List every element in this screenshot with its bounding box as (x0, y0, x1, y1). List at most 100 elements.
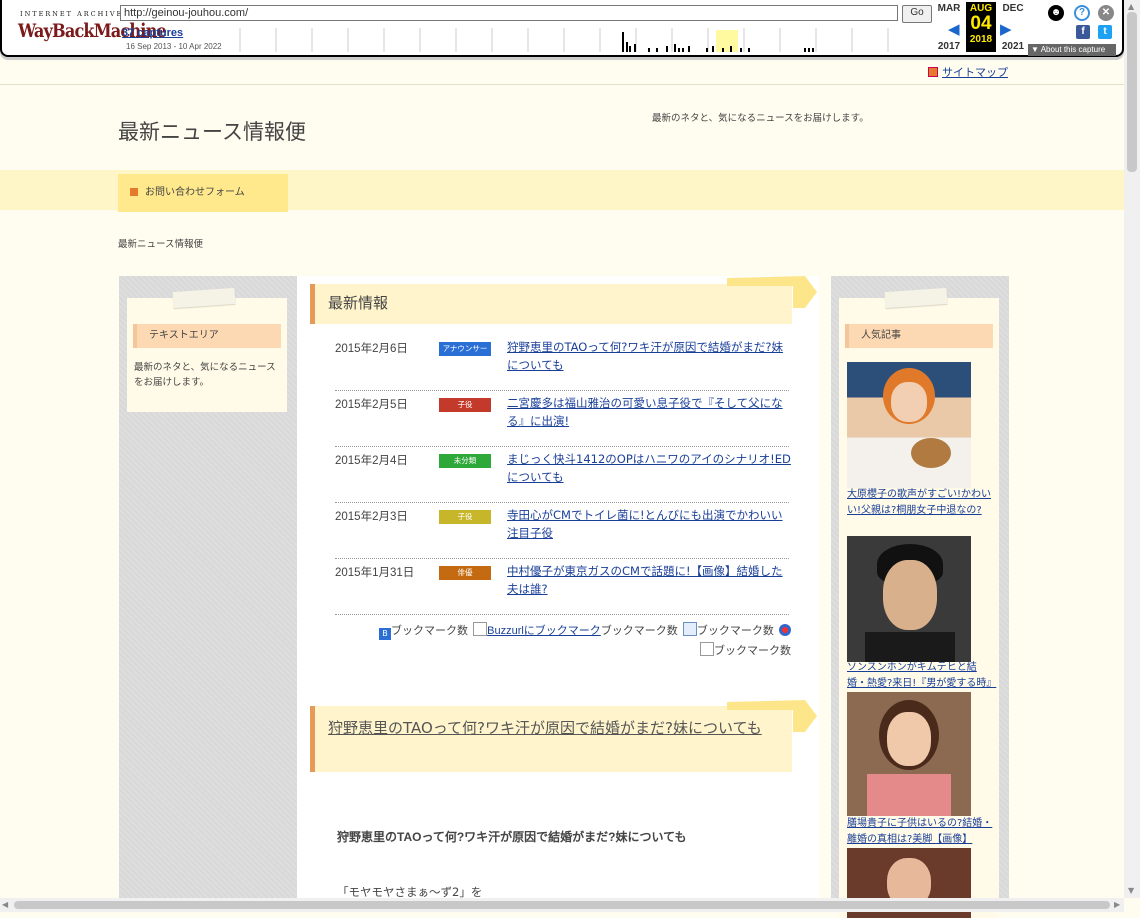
popular-link-3[interactable]: 膳場貴子に子供はいるの?結婚・離婚の真相は?美脚【画像】 (847, 816, 993, 848)
news-item: 2015年2月4日 未分類 まじっく快斗1412のOPはハニワのアイのシナリオ!ED… (335, 446, 791, 503)
broken-image-icon (700, 642, 714, 656)
popular-thumb-1[interactable] (847, 362, 971, 488)
thumb1-face (891, 382, 927, 422)
news-category-badge[interactable]: 俳優 (439, 566, 491, 580)
twitter-icon[interactable]: t (1098, 25, 1112, 39)
facebook-icon[interactable]: f (1076, 25, 1090, 39)
vertical-scrollbar[interactable]: ▲ ▼ (1124, 0, 1140, 898)
popular-thumb-3[interactable] (847, 692, 971, 816)
left-sidebar: テキストエリア 最新のネタと、気になるニュースをお届けします。 (119, 276, 297, 912)
thumb3-body (867, 774, 951, 816)
article-ribbon (727, 700, 817, 732)
hatena-count[interactable]: ブックマーク数 (391, 625, 468, 637)
popular-thumb-2[interactable] (847, 536, 971, 662)
sitemap-link-wrap: サイトマップ (928, 64, 1008, 80)
popular-widget-title: 人気記事 (845, 324, 993, 348)
buzzurl-icon (473, 622, 488, 636)
main-content: 最新情報 2015年2月6日 アナウンサー 狩野恵里のTAOって何?ワキ汗が原因で結… (297, 276, 819, 912)
news-title-link[interactable]: 狩野恵里のTAOって何?ワキ汗が原因で結婚がまだ?妹についても (507, 338, 791, 374)
news-category-badge[interactable]: アナウンサー (439, 342, 491, 356)
close-icon[interactable]: ✕ (1098, 5, 1114, 21)
news-item: 2015年1月31日 俳優 中村優子が東京ガスのCMで話題に!【画像】結婚した夫は誰… (335, 558, 789, 615)
wayback-sparkline[interactable] (230, 26, 926, 52)
news-ribbon (727, 276, 817, 308)
right-sidebar: 人気記事 大原櫻子の歌声がすごい!かわいい!父親は?桐朋女子中退なの? ソンスン… (831, 276, 1009, 918)
news-title-link[interactable]: 寺田心がCMでトイレ菌に!とんびにも出演でかわいい注目子役 (507, 506, 791, 542)
user-icon[interactable]: ☻ (1048, 5, 1064, 21)
news-category-badge[interactable]: 子役 (439, 510, 491, 524)
thumb2-face (883, 560, 937, 630)
hatena-icon[interactable]: B (379, 628, 392, 640)
wayback-cur-year: 2018 (969, 34, 993, 45)
news-date: 2015年1月31日 (335, 567, 415, 579)
wayback-prev-arrow-icon[interactable]: ◀ (948, 20, 960, 38)
bookmark-count-4: ブックマーク数 (714, 645, 791, 657)
nav-item-contact[interactable]: お問い合わせフォーム (118, 174, 288, 212)
buzzurl-count: ブックマーク数 (600, 625, 678, 637)
thumb2-body (865, 632, 955, 662)
thumb1-guitar (911, 438, 951, 468)
news-title-link[interactable]: まじっく快斗1412のOPはハニワのアイのシナリオ!EDについても (507, 450, 791, 486)
horizontal-scroll-thumb[interactable] (14, 901, 1110, 909)
scroll-up-icon[interactable]: ▲ (1128, 2, 1134, 11)
news-title-link[interactable]: 二宮慶多は福山雅治の可愛い息子役で『そして父になる』に出演! (507, 394, 791, 430)
news-category-badge[interactable]: 未分類 (439, 454, 491, 468)
sparkline-highlight (716, 30, 738, 52)
wayback-prev-year[interactable]: 2017 (932, 41, 966, 52)
scroll-left-icon[interactable]: ◀ (2, 900, 8, 909)
article-heading-box: 狩野恵里のTAOって何?ワキ汗が原因で結婚がまだ?妹についても (310, 706, 792, 772)
horizontal-scrollbar[interactable]: ◀ ▶ (0, 898, 1124, 912)
news-title-link[interactable]: 中村優子が東京ガスのCMで話題に!【画像】結婚した夫は誰? (507, 562, 791, 598)
site-tagline: 最新のネタと、気になるニュースをお届けします。 (652, 113, 869, 124)
news-date: 2015年2月6日 (335, 343, 408, 355)
wayback-go-button[interactable]: Go (902, 5, 932, 23)
livedoor-icon[interactable] (779, 624, 791, 636)
pencil-icon[interactable] (682, 622, 697, 636)
site-title[interactable]: 最新ニュース情報便 (118, 116, 306, 146)
wayback-toolbar: INTERNET ARCHIVE WayBackMachine http://g… (0, 0, 1124, 57)
wayback-next-arrow-icon[interactable]: ▶ (1000, 20, 1012, 38)
text-widget-body: 最新のネタと、気になるニュースをお届けします。 (134, 362, 276, 388)
news-heading-box: 最新情報 (310, 284, 792, 324)
wayback-prev-month[interactable]: MAR (932, 3, 966, 14)
wayback-next-year[interactable]: 2021 (996, 41, 1030, 52)
news-date: 2015年2月3日 (335, 511, 408, 523)
news-item: 2015年2月3日 子役 寺田心がCMでトイレ菌に!とんびにも出演でかわいい注目子役 (335, 502, 789, 559)
nav-item-label: お問い合わせフォーム (145, 187, 245, 198)
wayback-current-date: AUG 04 2018 (966, 2, 996, 52)
wayback-about-label: About this capture (1040, 45, 1106, 54)
breadcrumb[interactable]: 最新ニュース情報便 (118, 236, 203, 250)
wayback-about-capture[interactable]: ▼ About this capture (1028, 44, 1116, 56)
popular-link-2[interactable]: ソンスンホンがキムテヒと結婚・熱愛?来日!『男が愛する時』 (847, 660, 996, 692)
bookmark-bar: B ブックマーク数 Buzzurlにブックマークブックマーク数 ブックマーク数 ブ… (337, 620, 791, 660)
help-icon[interactable]: ? (1074, 5, 1090, 21)
wayback-capture-range: 16 Sep 2013 - 10 Apr 2022 (126, 42, 222, 51)
scroll-right-icon[interactable]: ▶ (1114, 900, 1120, 909)
sitemap-link[interactable]: サイトマップ (942, 66, 1008, 79)
wayback-logo-top: INTERNET ARCHIVE (20, 10, 124, 18)
news-item: 2015年2月6日 アナウンサー 狩野恵里のTAOって何?ワキ汗が原因で結婚がまだ?… (335, 334, 789, 391)
nav-bullet-icon (130, 188, 138, 196)
news-heading: 最新情報 (328, 294, 389, 312)
popular-link-1[interactable]: 大原櫻子の歌声がすごい!かわいい!父親は?桐朋女子中退なの? (847, 487, 993, 519)
wayback-cur-day: 04 (966, 14, 996, 34)
thumb3-face (887, 712, 931, 766)
article-subtitle: 狩野恵里のTAOって何?ワキ汗が原因で結婚がまだ?妹についても (337, 830, 687, 844)
article-title-link[interactable]: 狩野恵里のTAOって何?ワキ汗が原因で結婚がまだ?妹についても (328, 716, 768, 740)
sparkline-grid (239, 28, 889, 52)
news-category-badge[interactable]: 子役 (439, 398, 491, 412)
header-divider (0, 84, 1124, 85)
wayback-url-input[interactable]: http://geinou-jouhou.com/ (120, 5, 898, 21)
wayback-logo[interactable]: INTERNET ARCHIVE WayBackMachine (16, 6, 167, 46)
news-date: 2015年2月5日 (335, 399, 408, 411)
scroll-down-icon[interactable]: ▼ (1128, 886, 1134, 895)
widget-tape (884, 287, 948, 309)
news-item: 2015年2月5日 子役 二宮慶多は福山雅治の可愛い息子役で『そして父になる』に出演… (335, 390, 789, 447)
bookmark-count-3: ブックマーク数 (696, 625, 774, 637)
wayback-next-month[interactable]: DEC (996, 3, 1030, 14)
sitemap-bullet-icon (928, 67, 938, 77)
vertical-scroll-thumb[interactable] (1127, 12, 1137, 172)
wayback-captures-link[interactable]: 37 captures (122, 27, 183, 39)
buzzurl-link[interactable]: Buzzurlにブックマーク (487, 625, 601, 637)
widget-tape (172, 287, 236, 309)
